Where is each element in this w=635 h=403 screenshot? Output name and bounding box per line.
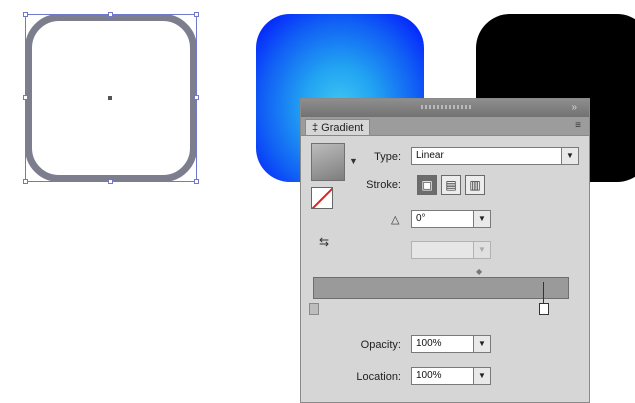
gradient-ramp[interactable] — [313, 277, 569, 299]
stroke-label: Stroke: — [366, 179, 401, 191]
selection-handle-tm[interactable] — [108, 12, 113, 17]
panel-titlebar[interactable]: » — [301, 99, 589, 117]
type-dropdown-value: Linear — [416, 150, 444, 161]
stroke-along-button[interactable]: ▤ — [441, 175, 461, 195]
panel-menu-icon[interactable]: ≡ — [575, 120, 581, 131]
location-label: Location: — [356, 371, 401, 383]
opacity-value: 100% — [416, 338, 442, 349]
selection-handle-mr[interactable] — [194, 95, 199, 100]
selection-bounding-box — [25, 14, 197, 182]
stroke-within-button[interactable]: ▣ — [417, 175, 437, 195]
chevron-down-icon: ▼ — [473, 211, 490, 227]
collapse-panel-icon[interactable]: » — [571, 102, 577, 113]
selection-handle-tl[interactable] — [23, 12, 28, 17]
selection-handle-bm[interactable] — [108, 179, 113, 184]
angle-value: 0° — [416, 213, 426, 224]
opacity-field[interactable]: 100% ▼ — [411, 335, 491, 353]
swatch-dropdown-icon[interactable]: ▼ — [349, 156, 358, 166]
type-label: Type: — [374, 151, 401, 163]
reverse-gradient-icon[interactable]: ⇆ — [319, 235, 329, 249]
gradient-stop-left[interactable] — [309, 303, 319, 315]
midpoint-diamond-icon[interactable]: ◆ — [476, 267, 482, 276]
chevron-down-icon: ▼ — [473, 336, 490, 352]
gradient-stop-right[interactable] — [539, 303, 549, 315]
location-field[interactable]: 100% ▼ — [411, 367, 491, 385]
selection-handle-bl[interactable] — [23, 179, 28, 184]
tab-gradient[interactable]: ‡ Gradient — [305, 119, 371, 135]
none-fill-icon[interactable] — [311, 187, 333, 209]
gradient-swatch[interactable] — [311, 143, 345, 181]
selection-handle-br[interactable] — [194, 179, 199, 184]
selection-handle-tr[interactable] — [194, 12, 199, 17]
stroke-across-button[interactable]: ▥ — [465, 175, 485, 195]
stop-indicator-line — [543, 282, 544, 303]
gradient-panel: » ‡ Gradient ≡ ▼ ⇆ Type: Linear ▼ Stroke… — [300, 98, 590, 403]
angle-field[interactable]: 0° ▼ — [411, 210, 491, 228]
panel-grip-icon — [421, 105, 471, 109]
chevron-down-icon: ▼ — [561, 148, 578, 164]
chevron-down-icon: ▼ — [473, 242, 490, 258]
chevron-down-icon: ▼ — [473, 368, 490, 384]
type-dropdown[interactable]: Linear ▼ — [411, 147, 579, 165]
selection-handle-ml[interactable] — [23, 95, 28, 100]
panel-tab-row: ‡ Gradient ≡ — [301, 117, 589, 136]
opacity-label: Opacity: — [360, 339, 401, 351]
location-value: 100% — [416, 370, 442, 381]
angle-icon: △ — [391, 214, 400, 226]
aspect-ratio-field: ▼ — [411, 241, 491, 259]
